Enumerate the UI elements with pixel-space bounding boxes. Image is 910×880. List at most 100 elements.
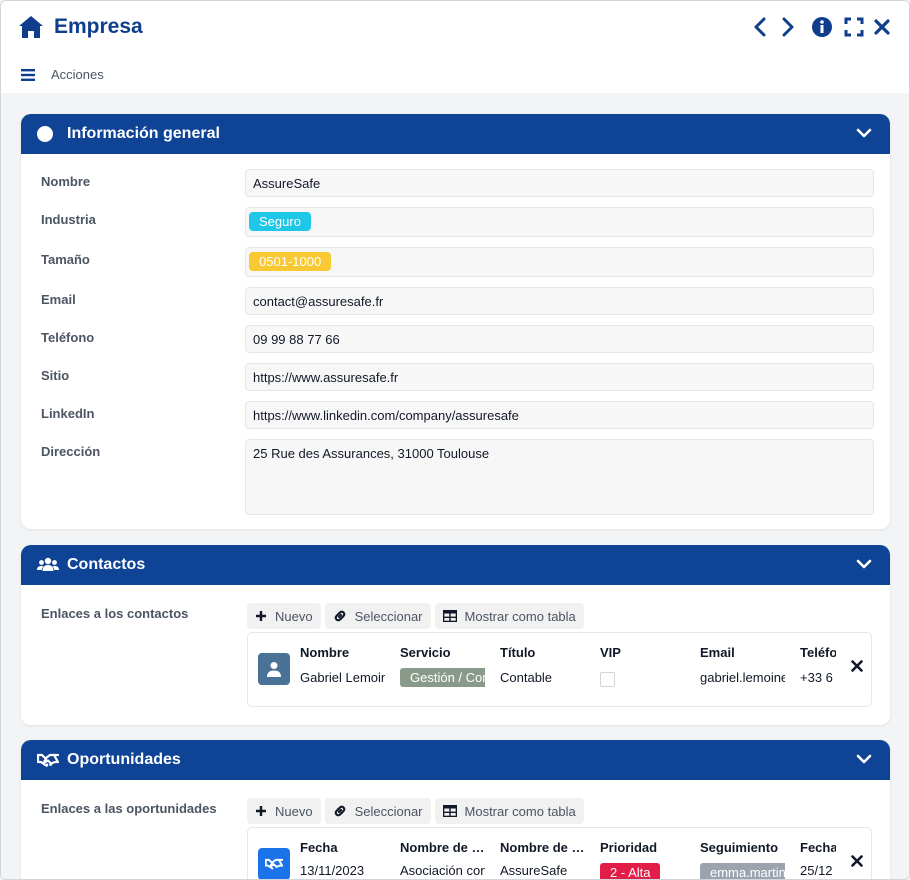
page-title: Empresa [54, 15, 143, 38]
opportunity-date-2: 25/12 [800, 863, 833, 878]
opportunity-company: AssureSafe [500, 863, 568, 878]
col-nombre: Nombre Gabriel Lemoine [300, 645, 385, 685]
column-header: Nombre de la empresa [500, 840, 585, 855]
col-company-name: Nombre de la empresa AssureSafe [500, 840, 585, 878]
vip-checkbox[interactable] [600, 672, 615, 687]
tamano-badge: 0501-1000 [249, 252, 332, 271]
contact-title: Contable [500, 670, 553, 685]
link-icon [334, 610, 345, 622]
button-label: Nuevo [275, 803, 313, 819]
service-chip: Gestión / Contabilidad [400, 668, 485, 687]
previous-icon[interactable] [749, 15, 771, 39]
general-info-header[interactable]: Información general [21, 114, 890, 154]
contacts-links-label: Enlaces a los contactos [41, 606, 189, 621]
table-icon [442, 805, 457, 817]
chevron-down-icon[interactable] [856, 556, 872, 572]
actions-label[interactable]: Acciones [51, 67, 104, 82]
link-icon [334, 805, 345, 817]
next-icon[interactable] [777, 15, 799, 39]
opportunities-title: Oportunidades [67, 751, 181, 768]
opportunity-link-card[interactable]: Fecha 13/11/2023 Nombre de la oportunida… [247, 827, 872, 879]
field-label: Tamaño [41, 252, 90, 267]
col-seguimiento: Seguimiento emma.martin [700, 840, 785, 879]
select-opportunity-button[interactable]: Seleccionar [324, 798, 431, 824]
column-header: Servicio [400, 645, 451, 660]
industria-badge: Seguro [249, 212, 311, 231]
circle-icon [37, 126, 59, 142]
field-label: Dirección [41, 444, 101, 459]
new-contact-button[interactable]: Nuevo [247, 603, 321, 629]
col-opportunity-name: Nombre de la oportunidad Asociación con … [400, 840, 485, 878]
select-contact-button[interactable]: Seleccionar [324, 603, 431, 629]
plus-icon [256, 806, 266, 816]
industria-field[interactable]: Seguro [245, 207, 874, 237]
remove-link-icon[interactable] [851, 855, 863, 867]
content-area: Información general Nombre AssureSafe In… [1, 93, 909, 879]
column-header: Seguimiento [700, 840, 779, 855]
field-email: Email contact@assuresafe.fr [41, 287, 874, 315]
contact-phone: +33 6 [800, 670, 833, 685]
field-nombre: Nombre AssureSafe [41, 169, 874, 197]
general-info-title: Información general [67, 125, 220, 142]
menu-icon[interactable] [21, 68, 35, 81]
field-sitio: Sitio https://www.assuresafe.fr [41, 363, 874, 391]
email-value[interactable]: contact@assuresafe.fr [245, 287, 874, 315]
fullscreen-icon[interactable] [843, 15, 865, 39]
field-telefono: Teléfono 09 99 88 77 66 [41, 325, 874, 353]
field-label: Email [41, 292, 76, 307]
show-table-button[interactable]: Mostrar como tabla [434, 603, 584, 629]
general-info-panel: Información general Nombre AssureSafe In… [21, 114, 890, 529]
tamano-field[interactable]: 0501-1000 [245, 247, 874, 277]
sitio-value[interactable]: https://www.assuresafe.fr [245, 363, 874, 391]
actions-menu[interactable]: Acciones [21, 67, 104, 82]
close-icon[interactable] [871, 15, 893, 39]
field-label: Nombre [41, 174, 91, 189]
col-vip: VIP [600, 645, 685, 687]
priority-chip: 2 - Alta [600, 863, 661, 879]
column-header: Fecha [300, 840, 338, 855]
handshake-icon [37, 753, 59, 767]
owner-chip: emma.martin [700, 863, 785, 879]
contacts-header[interactable]: Contactos [21, 545, 890, 585]
remove-link-icon[interactable] [851, 660, 863, 672]
col-fecha-2: Fecha 25/12 [800, 840, 836, 878]
column-header: Título [500, 645, 536, 660]
field-linkedin: LinkedIn https://www.linkedin.com/compan… [41, 401, 874, 429]
opportunities-panel: Oportunidades Enlaces a las oportunidade… [21, 740, 890, 879]
button-label: Seleccionar [354, 803, 423, 819]
window: Empresa Acciones Información general Nom… [0, 0, 910, 880]
nombre-value[interactable]: AssureSafe [245, 169, 874, 197]
direccion-textarea[interactable]: 25 Rue des Assurances, 31000 Toulouse [245, 439, 874, 515]
info-icon[interactable] [811, 15, 833, 39]
col-titulo: Título Contable [500, 645, 585, 685]
contact-avatar [258, 653, 290, 685]
chevron-down-icon[interactable] [856, 125, 872, 141]
column-header: Nombre de la oportunidad [400, 840, 485, 855]
telefono-value[interactable]: 09 99 88 77 66 [245, 325, 874, 353]
opportunity-date: 13/11/2023 [300, 863, 365, 878]
chevron-down-icon[interactable] [856, 751, 872, 767]
button-label: Mostrar como tabla [464, 608, 576, 624]
field-label: Teléfono [41, 330, 95, 345]
home-icon[interactable] [17, 14, 45, 40]
col-servicio: Servicio Gestión / Contabilidad [400, 645, 485, 687]
new-opportunity-button[interactable]: Nuevo [247, 798, 321, 824]
column-header: VIP [600, 645, 621, 660]
linkedin-value[interactable]: https://www.linkedin.com/company/assures… [245, 401, 874, 429]
window-header: Empresa Acciones [1, 1, 909, 93]
contact-name: Gabriel Lemoine [300, 670, 385, 685]
column-header: Teléfono [800, 645, 836, 660]
contact-link-card[interactable]: Nombre Gabriel Lemoine Servicio Gestión … [247, 632, 872, 707]
field-label: Industria [41, 212, 96, 227]
window-controls [749, 15, 893, 39]
handshake-icon [265, 858, 283, 870]
contacts-title: Contactos [67, 556, 146, 573]
field-direccion: Dirección 25 Rue des Assurances, 31000 T… [41, 439, 874, 515]
contacts-panel: Contactos Enlaces a los contactos Nuevo … [21, 545, 890, 725]
opportunity-avatar [258, 848, 290, 879]
col-prioridad: Prioridad 2 - Alta [600, 840, 685, 879]
opportunities-header[interactable]: Oportunidades [21, 740, 890, 780]
users-icon [37, 557, 59, 573]
opportunity-name: Asociación con AssureSafe [400, 863, 485, 878]
show-table-button[interactable]: Mostrar como tabla [434, 798, 584, 824]
